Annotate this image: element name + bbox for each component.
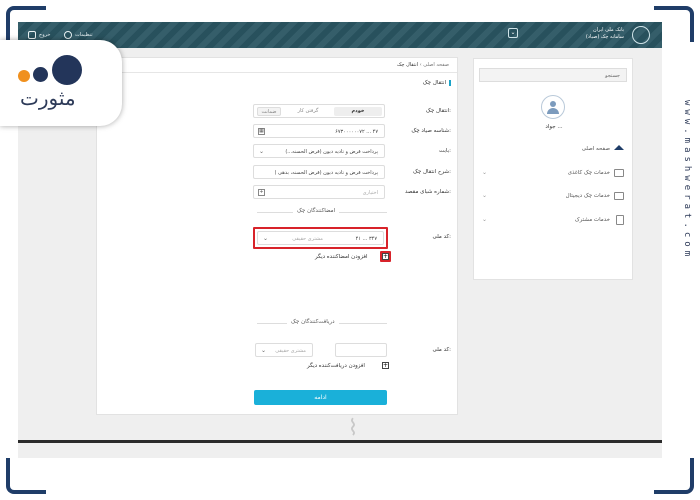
paper-check-icon — [614, 169, 624, 177]
receivers-title: دریافت‌کنندگان چک — [287, 319, 339, 325]
signers-title: امضاکنندگان چک — [293, 208, 340, 214]
receiver-id-field[interactable] — [335, 343, 387, 357]
description-field[interactable]: پرداخت قرض و تادیه دیون (قرض الحسنه، بده… — [253, 165, 385, 179]
bank-name: بانک ملی ایران سامانه چک (صیاد) — [586, 27, 624, 41]
brand-logo: مثورت — [0, 40, 122, 126]
chevron-down-icon: ⌄ — [259, 148, 265, 155]
chevron-down-icon: ⌄ — [261, 347, 267, 354]
chevron-down-icon[interactable]: ⌄ — [508, 28, 518, 38]
signer-id-label: کد ملی: — [432, 234, 451, 240]
digital-check-icon — [614, 192, 624, 200]
reason-label: بابت: — [439, 148, 451, 154]
sidebar-item-label: خدمات چک کاغذی — [567, 170, 610, 176]
reason-value: پرداخت قرض و تادیه دیون (قرض الحسنه...) — [285, 149, 378, 155]
signer-id-field[interactable]: ۴۱ ... ۳۴۷ مشتری حقیقی ⌄ — [257, 231, 384, 245]
toggle-guarantee[interactable]: گرفتن کار — [284, 107, 332, 116]
exit-icon[interactable] — [28, 31, 36, 39]
divider — [18, 440, 662, 443]
shared-services-icon — [616, 215, 624, 225]
chevron-down-icon: ⌄ — [263, 235, 269, 242]
account-field[interactable]: اختیاری + — [253, 185, 385, 199]
avatar — [541, 95, 565, 119]
sayad-id-value: ۶۷۳۰۰۰۰۰۰۷۲ ... ۴۷ — [335, 129, 378, 135]
receiver-id-label: کد ملی: — [432, 347, 451, 353]
sidebar-item-shared-services[interactable]: خدمات مشترک — [575, 217, 610, 223]
frame-corner — [6, 458, 46, 494]
system-title: سامانه چک (صیاد) — [585, 34, 624, 40]
frame-corner — [654, 458, 694, 494]
add-receiver-icon[interactable]: + — [382, 362, 389, 369]
home-icon — [614, 145, 624, 150]
website-watermark: www.mashwerat.com — [682, 100, 692, 261]
signer-id-value: ۴۱ ... ۳۴۷ — [355, 236, 377, 242]
signer-type[interactable]: مشتری حقیقی — [292, 236, 323, 242]
search-input[interactable]: جستجو — [479, 68, 627, 82]
sidebar-item-paper-checks[interactable]: خدمات چک کاغذی — [568, 170, 610, 176]
receiver-type: مشتری حقیقی — [275, 348, 306, 354]
breadcrumb-current: انتقال چک — [396, 62, 419, 68]
description-label: شرح انتقال چک: — [412, 169, 451, 175]
add-signer-link[interactable]: افزودن امضاکننده دیگر — [315, 254, 368, 260]
breadcrumb-home[interactable]: صفحه اصلی — [423, 62, 449, 68]
bank-logo-icon — [632, 26, 650, 44]
add-receiver-link[interactable]: افزودن دریافت‌کننده دیگر — [307, 363, 365, 369]
chevron-down-icon[interactable]: ⌄ — [482, 216, 487, 223]
sidebar-item-label: خدمات مشترک — [574, 217, 610, 223]
logo-dot — [52, 55, 82, 85]
sidebar: جستجو جواد ... صفحه اصلی خدمات چک کاغذی … — [473, 58, 633, 280]
sayad-label: شناسه صیاد چک: — [411, 128, 451, 134]
screenshot-frame: خروج تنظیمات ⌄ بانک ملی ایران سامانه چک … — [0, 0, 700, 500]
toggle-other[interactable]: ضمانت — [257, 107, 281, 116]
sidebar-item-home[interactable]: صفحه اصلی — [582, 146, 610, 152]
transfer-label: انتقال چک: — [425, 108, 451, 114]
app-header: خروج تنظیمات ⌄ بانک ملی ایران سامانه چک … — [18, 22, 662, 48]
continue-button[interactable]: ادامه — [254, 390, 387, 405]
account-label: شماره شبای مقصد: — [405, 189, 451, 195]
user-name: جواد ... — [545, 124, 563, 130]
toggle-self[interactable]: خودم — [334, 107, 382, 116]
account-placeholder: اختیاری — [362, 190, 378, 196]
exit-link[interactable]: خروج — [39, 32, 51, 38]
logo-dot — [33, 67, 48, 82]
add-icon[interactable]: + — [258, 189, 265, 196]
chevron-down-icon[interactable]: ⌄ — [482, 169, 487, 176]
receiver-type-select[interactable]: مشتری حقیقی ⌄ — [255, 343, 313, 357]
sayad-id-field[interactable]: ۶۷۳۰۰۰۰۰۰۷۲ ... ۴۷ ▦ — [253, 124, 385, 138]
transfer-toggle: خودم گرفتن کار ضمانت — [253, 104, 385, 118]
breadcrumb: صفحه اصلی › انتقال چک — [397, 62, 449, 68]
add-signer-icon[interactable]: + — [382, 253, 389, 260]
sidebar-item-digital-checks[interactable]: خدمات چک دیجیتال — [566, 193, 610, 199]
breadcrumb-separator: › — [419, 62, 422, 68]
description-value: پرداخت قرض و تادیه دیون (قرض الحسنه، بده… — [274, 170, 379, 176]
settings-link[interactable]: تنظیمات — [75, 32, 93, 38]
search-placeholder: جستجو — [605, 73, 620, 79]
divider — [97, 72, 457, 73]
section-title: انتقال چک — [423, 80, 451, 86]
main-panel: صفحه اصلی › انتقال چک انتقال چک انتقال چ… — [96, 57, 458, 415]
bank-title: بانک ملی ایران — [592, 27, 624, 33]
logo-dot — [18, 70, 30, 82]
reason-select[interactable]: پرداخت قرض و تادیه دیون (قرض الحسنه...) … — [253, 144, 385, 158]
barcode-icon[interactable]: ▦ — [258, 128, 265, 135]
sidebar-item-label: خدمات چک دیجیتال — [565, 193, 610, 199]
settings-icon[interactable] — [64, 31, 72, 39]
chevron-down-icon[interactable]: ⌄ — [482, 192, 487, 199]
logo-text: مثورت — [20, 86, 76, 110]
